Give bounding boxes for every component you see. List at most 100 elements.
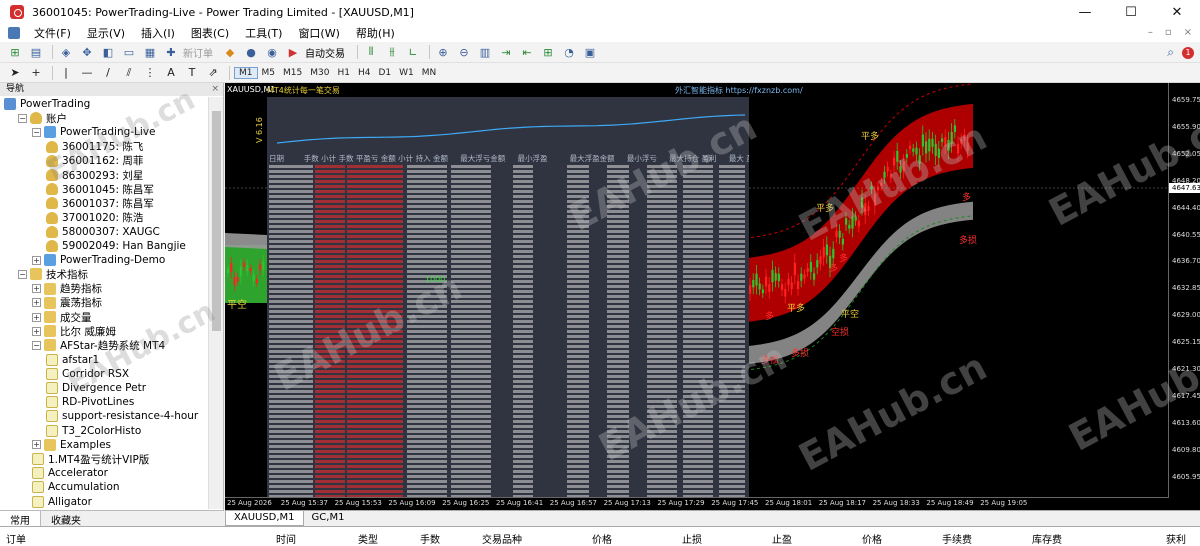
horizontal-line-icon[interactable]: —: [78, 65, 96, 81]
auto-trading-icon[interactable]: ▶: [284, 44, 302, 60]
expand-icon[interactable]: +: [32, 298, 41, 308]
tree-item[interactable]: − PowerTrading-Live: [32, 125, 156, 139]
terminal-column-header[interactable]: 类型: [358, 531, 378, 546]
market-icon[interactable]: ●: [242, 44, 260, 60]
zoom-out-icon[interactable]: ⊖: [455, 44, 473, 60]
period-h1[interactable]: H1: [333, 68, 354, 78]
period-m1[interactable]: M1: [234, 66, 258, 79]
tree-item[interactable]: 37001020: 陈浩: [46, 211, 143, 225]
label-icon[interactable]: T: [183, 65, 201, 81]
tree-item[interactable]: afstar1: [46, 353, 99, 367]
navigator-scrollbar[interactable]: [208, 97, 223, 509]
collapse-icon[interactable]: −: [32, 127, 41, 137]
tree-item[interactable]: T3_2ColorHisto: [46, 424, 141, 438]
tree-item[interactable]: 36001045: 陈昌军: [46, 182, 154, 196]
profiles-icon[interactable]: ▤: [27, 44, 45, 60]
expand-icon[interactable]: +: [32, 255, 41, 265]
tile-windows-icon[interactable]: ▥: [476, 44, 494, 60]
new-order-icon[interactable]: ✚: [162, 44, 180, 60]
period-w1[interactable]: W1: [395, 68, 418, 78]
period-m5[interactable]: M5: [258, 68, 280, 78]
expand-icon[interactable]: +: [32, 440, 41, 450]
tab-favorites[interactable]: 收藏夹: [41, 511, 91, 527]
period-d1[interactable]: D1: [374, 68, 395, 78]
tree-item[interactable]: 36001175: 陈飞: [46, 140, 143, 154]
period-m15[interactable]: M15: [279, 68, 306, 78]
menu-file[interactable]: 文件(F): [26, 25, 79, 41]
new-order-button[interactable]: 新订单: [183, 45, 213, 60]
price-scale[interactable]: 4647.63 4659.75 4655.90 4652.05 4648.20 4644…: [1168, 83, 1200, 498]
tree-item[interactable]: + PowerTrading-Demo: [32, 253, 165, 267]
expand-icon[interactable]: +: [32, 312, 41, 322]
menu-tools[interactable]: 工具(T): [237, 25, 290, 41]
tree-item[interactable]: Corridor RSX: [46, 367, 129, 381]
navigator-icon[interactable]: ◧: [99, 44, 117, 60]
menu-charts[interactable]: 图表(C): [183, 25, 237, 41]
tree-item[interactable]: + 成交量: [32, 310, 92, 324]
menu-insert[interactable]: 插入(I): [133, 25, 183, 41]
terminal-column-header[interactable]: 库存费: [1032, 531, 1062, 546]
tree-item[interactable]: Accelerator: [32, 466, 108, 480]
fibonacci-icon[interactable]: ⋮: [141, 65, 159, 81]
document-icon[interactable]: [8, 27, 20, 39]
trendline-icon[interactable]: /: [99, 65, 117, 81]
mdi-restore-icon[interactable]: ▫: [1165, 27, 1172, 38]
line-chart-icon[interactable]: ∟: [404, 44, 422, 60]
auto-scroll-icon[interactable]: ⇥: [497, 44, 515, 60]
tree-item[interactable]: − 账户: [18, 111, 67, 125]
crosshair-icon[interactable]: +: [27, 65, 45, 81]
tree-item[interactable]: 1.MT4盈亏统计VIP版: [32, 452, 149, 466]
terminal-column-header[interactable]: 获利: [1166, 531, 1186, 546]
terminal-column-header[interactable]: 手数: [420, 531, 440, 546]
mdi-minimize-icon[interactable]: –: [1148, 27, 1153, 38]
tree-item[interactable]: 36001037: 陈昌军: [46, 196, 154, 210]
maximize-button[interactable]: ☐: [1108, 0, 1154, 24]
tree-item[interactable]: RD-PivotLines: [46, 395, 134, 409]
cursor-icon[interactable]: ➤: [6, 65, 24, 81]
mdi-close-icon[interactable]: ×: [1184, 27, 1192, 38]
metaeditor-icon[interactable]: ◆: [221, 44, 239, 60]
menu-view[interactable]: 显示(V): [79, 25, 133, 41]
chart-tab-xauusd[interactable]: XAUUSD,M1: [225, 511, 304, 526]
terminal-column-header[interactable]: 价格: [862, 531, 882, 546]
auto-trading-button[interactable]: 自动交易: [305, 45, 345, 60]
indicator-link[interactable]: 外汇智能指标 https://fxznzb.com/: [675, 85, 803, 96]
collapse-icon[interactable]: −: [32, 340, 41, 350]
tree-item[interactable]: 36001162: 周菲: [46, 154, 143, 168]
terminal-icon[interactable]: ▭: [120, 44, 138, 60]
notification-badge[interactable]: 1: [1182, 46, 1194, 59]
terminal-column-header[interactable]: 手续费: [942, 531, 972, 546]
market-watch-icon[interactable]: ◈: [57, 44, 75, 60]
terminal-column-header[interactable]: 订单: [6, 531, 26, 546]
period-mn[interactable]: MN: [418, 68, 441, 78]
tree-item[interactable]: + 趋势指标: [32, 282, 102, 296]
tester-icon[interactable]: ▦: [141, 44, 159, 60]
terminal-column-header[interactable]: 交易品种: [482, 531, 522, 546]
minimize-button[interactable]: —: [1062, 0, 1108, 24]
period-m30[interactable]: M30: [306, 68, 333, 78]
vertical-line-icon[interactable]: |: [57, 65, 75, 81]
expand-icon[interactable]: +: [32, 326, 41, 336]
search-icon[interactable]: ⌕: [1167, 45, 1174, 60]
tree-item[interactable]: Accumulation: [32, 480, 120, 494]
expand-icon[interactable]: +: [32, 284, 41, 294]
period-h4[interactable]: H4: [354, 68, 375, 78]
chart-tab-gc[interactable]: GC,M1: [304, 511, 353, 526]
tree-item[interactable]: support-resistance-4-hour: [46, 409, 198, 423]
signals-icon[interactable]: ◉: [263, 44, 281, 60]
scrollbar-thumb[interactable]: [212, 111, 221, 331]
tree-item[interactable]: 59002049: Han Bangjie: [46, 239, 186, 253]
candlestick-icon[interactable]: ⫵: [383, 44, 401, 60]
tree-item[interactable]: PowerTrading: [4, 97, 90, 111]
close-button[interactable]: ✕: [1154, 0, 1200, 24]
time-scale[interactable]: 25 Aug 2026 25 Aug 15:37 25 Aug 15:53 25 Au…: [225, 497, 1168, 510]
terminal-column-header[interactable]: 止损: [682, 531, 702, 546]
collapse-icon[interactable]: −: [18, 113, 27, 123]
periods-icon[interactable]: ◔: [560, 44, 578, 60]
bar-chart-icon[interactable]: ⫴: [362, 44, 380, 60]
tree-item[interactable]: − 技术指标: [18, 267, 88, 281]
chart-shift-icon[interactable]: ⇤: [518, 44, 536, 60]
tree-item[interactable]: 58000307: XAUGC: [46, 225, 160, 239]
tab-common[interactable]: 常用: [0, 511, 41, 527]
menu-help[interactable]: 帮助(H): [348, 25, 403, 41]
